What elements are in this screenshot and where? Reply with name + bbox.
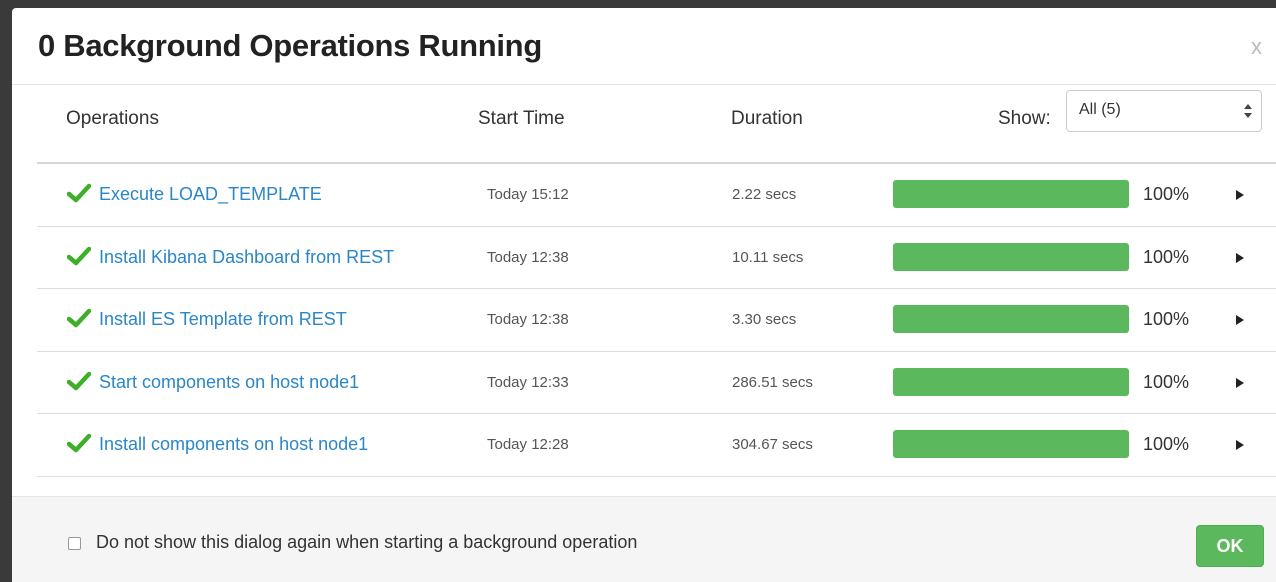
operation-progress-fill: [893, 180, 1129, 208]
operation-progress-bar: [893, 367, 1129, 396]
operation-duration: 3.30 secs: [732, 311, 797, 328]
operation-progress-bar: [893, 305, 1129, 333]
expand-caret-icon[interactable]: [1235, 314, 1245, 326]
background-operations-dialog: 0 Background Operations Running x Operat…: [12, 8, 1276, 582]
dont-show-again-checkbox[interactable]: [68, 537, 81, 550]
check-icon: [67, 371, 91, 390]
operation-row: Install Kibana Dashboard from REST Today …: [37, 227, 1276, 289]
row-divider: [37, 475, 1276, 477]
operation-duration: 10.11 secs: [732, 248, 804, 266]
modal-footer: Do not show this dialog again when start…: [12, 496, 1276, 582]
operation-name-link[interactable]: Install Kibana Dashboard from REST: [99, 247, 394, 268]
operation-duration: 2.22 secs: [732, 186, 797, 203]
close-button[interactable]: x: [1251, 36, 1262, 58]
modal-title: 0 Background Operations Running: [38, 28, 542, 63]
operation-progress-bar: [893, 430, 1129, 458]
check-icon: [67, 308, 91, 328]
expand-caret-icon[interactable]: [1235, 377, 1245, 389]
show-filter-value: All (5): [1079, 101, 1121, 118]
select-updown-icon: [1244, 104, 1252, 118]
operation-name-link[interactable]: Install ES Template from REST: [99, 309, 347, 330]
operation-progress-percent: 100%: [1143, 309, 1190, 329]
expand-caret-icon[interactable]: [1235, 439, 1245, 451]
operation-start-time: Today 12:28: [487, 436, 569, 453]
operation-row: Install ES Template from REST Today 12:38…: [37, 289, 1276, 351]
operation-start-time: Today 12:38: [487, 248, 569, 266]
check-icon: [67, 246, 91, 265]
operation-progress-bar: [893, 180, 1129, 208]
column-header-duration: Duration: [731, 108, 803, 129]
show-filter-select[interactable]: All (5): [1066, 90, 1262, 132]
operation-row: Start components on host node1 Today 12:3…: [37, 352, 1276, 414]
operation-row: Install components on host node1 Today 12…: [37, 414, 1276, 476]
operation-start-time: Today 15:12: [487, 186, 569, 203]
expand-caret-icon[interactable]: [1235, 189, 1245, 201]
operation-name-link[interactable]: Execute LOAD_TEMPLATE: [99, 184, 322, 205]
check-icon: [67, 183, 91, 203]
operation-progress-bar: [893, 242, 1129, 271]
operation-progress-percent: 100%: [1143, 246, 1190, 267]
operation-row: Execute LOAD_TEMPLATE Today 15:12 2.22 sec…: [37, 164, 1276, 226]
operation-name-link[interactable]: Start components on host node1: [99, 372, 359, 393]
operation-progress-fill: [893, 305, 1129, 333]
operation-progress-fill: [893, 242, 1129, 271]
operation-progress-fill: [893, 367, 1129, 396]
ok-button[interactable]: OK: [1196, 525, 1264, 567]
show-filter-label: Show:: [998, 108, 1051, 129]
check-icon: [67, 433, 91, 453]
operation-name-link[interactable]: Install components on host node1: [99, 434, 368, 455]
operation-start-time: Today 12:33: [487, 373, 569, 391]
operation-start-time: Today 12:38: [487, 311, 569, 328]
operation-progress-fill: [893, 430, 1129, 458]
operation-progress-percent: 100%: [1143, 371, 1190, 392]
operation-progress-percent: 100%: [1143, 184, 1190, 204]
expand-caret-icon[interactable]: [1235, 252, 1245, 264]
dont-show-again-label: Do not show this dialog again when start…: [96, 532, 638, 552]
column-header-start-time: Start Time: [478, 108, 565, 129]
modal-header: 0 Background Operations Running x: [12, 8, 1276, 85]
operation-duration: 304.67 secs: [732, 436, 813, 453]
operation-progress-percent: 100%: [1143, 434, 1190, 454]
operation-duration: 286.51 secs: [732, 373, 813, 391]
column-header-operations: Operations: [66, 108, 159, 129]
